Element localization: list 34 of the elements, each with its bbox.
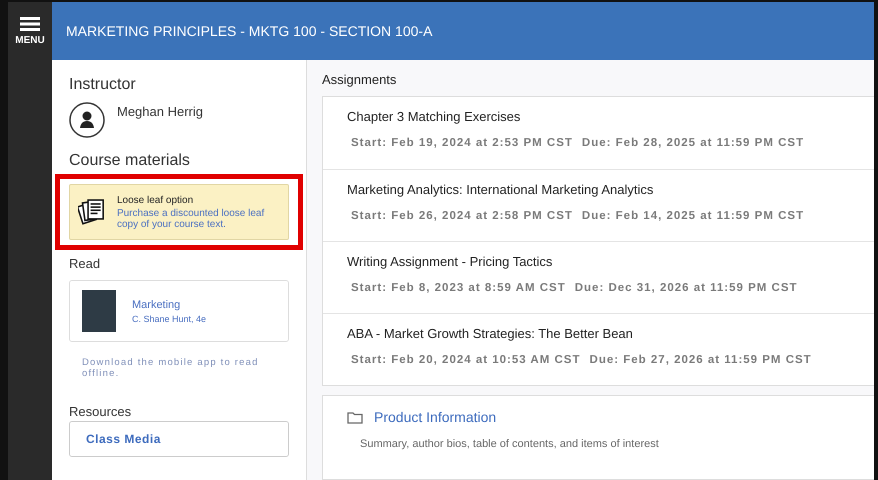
book-title: Marketing bbox=[132, 298, 182, 310]
due-date: Due: Feb 27, 2026 at 11:59 PM CST bbox=[590, 354, 812, 366]
due-date: Due: Feb 14, 2025 at 11:59 PM CST bbox=[582, 210, 804, 222]
menu-button[interactable]: MENU bbox=[8, 2, 52, 60]
assignment-link[interactable]: ABA - Market Growth Strategies: The Better Bean bbox=[347, 326, 874, 341]
ebook-card[interactable]: Marketing C. Shane Hunt, 4e bbox=[69, 280, 289, 342]
start-date: Start: Feb 26, 2024 at 2:58 PM CST bbox=[351, 210, 573, 222]
option-description: Purchase a discounted loose leaf copy of your course text. bbox=[116, 208, 266, 230]
folder-link[interactable]: Product Information bbox=[374, 409, 496, 425]
start-date: Start: Feb 20, 2024 at 10:53 AM CST bbox=[351, 354, 581, 366]
mobile-app-note: Download the mobile app to read offline. bbox=[82, 357, 260, 379]
section-heading: Resources bbox=[69, 404, 132, 419]
start-date: Start: Feb 19, 2024 at 2:53 PM CST bbox=[351, 137, 573, 149]
section-heading: Instructor bbox=[69, 76, 137, 94]
section-heading: Assignments bbox=[322, 72, 398, 87]
folder-icon bbox=[347, 410, 363, 424]
loose-leaf-card[interactable]: Loose leaf option Purchase a discounted loose leaf copy of your course text. bbox=[69, 184, 289, 240]
section-heading: Read bbox=[69, 256, 102, 271]
option-title: Loose leaf option bbox=[116, 194, 194, 206]
avatar-icon bbox=[69, 102, 105, 138]
book-cover-placeholder bbox=[82, 290, 116, 332]
folder-description: Summary, author bios, table of contents, and items of interest bbox=[360, 438, 660, 450]
start-date: Start: Feb 8, 2023 at 8:59 AM CST bbox=[351, 282, 566, 294]
book-author: C. Shane Hunt, 4e bbox=[132, 314, 206, 324]
course-title: MARKETING PRINCIPLES - MKTG 100 - SECTION 100-A bbox=[66, 23, 432, 39]
assignment-link[interactable]: Writing Assignment - Pricing Tactics bbox=[347, 254, 874, 269]
section-heading: Course materials bbox=[69, 152, 191, 170]
instructor-name: Meghan Herrig bbox=[117, 104, 203, 119]
resource-link[interactable]: Class Media bbox=[69, 421, 289, 457]
due-date: Due: Feb 28, 2025 at 11:59 PM CST bbox=[582, 137, 804, 149]
assignment-link[interactable]: Chapter 3 Matching Exercises bbox=[347, 109, 874, 124]
menu-icon bbox=[20, 16, 40, 32]
assignment-link[interactable]: Marketing Analytics: International Marketing Analytics bbox=[347, 182, 874, 197]
due-date: Due: Dec 31, 2026 at 11:59 PM CST bbox=[574, 282, 798, 294]
